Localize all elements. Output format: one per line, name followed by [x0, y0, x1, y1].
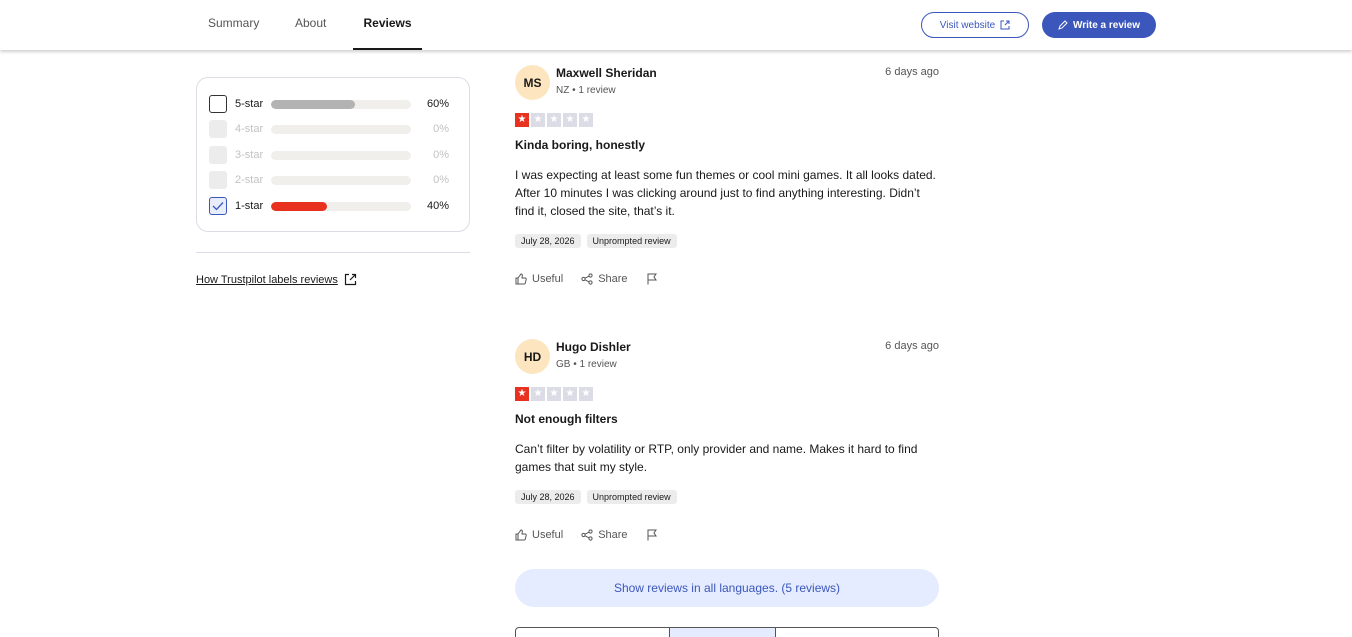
review-title[interactable]: Kinda boring, honestly [515, 138, 645, 152]
avatar[interactable]: MS [515, 65, 550, 100]
filter-bar-fill-5-star [271, 99, 355, 109]
filter-label-3-star: 3-star [235, 149, 264, 161]
tab-summary[interactable]: Summary [208, 0, 259, 50]
filter-checkbox-3-star [209, 146, 227, 164]
share-icon [581, 273, 593, 285]
visit-website-label: Visit website [939, 19, 996, 31]
star-icon: ★ [547, 387, 561, 401]
review-card: HD Hugo Dishler GB • 1 review 6 days ago… [515, 339, 939, 549]
filter-row-4-star: 4-star 0% [209, 119, 459, 139]
filter-label-1-star: 1-star [235, 200, 264, 212]
reviewer-name[interactable]: Maxwell Sheridan [556, 66, 657, 80]
pencil-icon [1058, 20, 1068, 30]
filter-checkbox-5-star[interactable] [209, 95, 227, 113]
review-tags: July 28, 2026 Unprompted review [515, 490, 677, 504]
flag-icon [647, 273, 657, 285]
filter-percent-4-star: 0% [433, 123, 449, 135]
show-all-languages-button[interactable]: Show reviews in all languages. (5 review… [515, 569, 939, 607]
share-label: Share [598, 529, 628, 541]
star-icon: ★ [579, 113, 593, 127]
filter-row-5-star[interactable]: 5-star 60% [209, 94, 459, 114]
filter-percent-2-star: 0% [433, 174, 449, 186]
filter-label-2-star: 2-star [235, 174, 264, 186]
tab-about[interactable]: About [295, 0, 326, 50]
useful-label: Useful [532, 529, 564, 541]
review-card: MS Maxwell Sheridan NZ • 1 review 6 days… [515, 65, 939, 295]
review-type-tag[interactable]: Unprompted review [586, 490, 677, 504]
filter-percent-1-star: 40% [426, 200, 449, 212]
star-icon: ★ [531, 113, 545, 127]
filter-checkbox-4-star [209, 120, 227, 138]
filter-row-3-star: 3-star 0% [209, 145, 459, 165]
reviewer-name[interactable]: Hugo Dishler [556, 340, 631, 354]
filter-label-5-star: 5-star [235, 98, 264, 110]
write-review-label: Write a review [1072, 19, 1141, 31]
share-icon [581, 529, 593, 541]
share-label: Share [598, 273, 628, 285]
reviewer-meta: GB • 1 review [556, 359, 617, 370]
report-button[interactable] [646, 273, 658, 285]
top-nav: Summary About Reviews Visit website Writ… [0, 0, 1352, 50]
thumbs-up-icon [515, 273, 527, 285]
checkmark-icon [212, 202, 224, 211]
star-icon: ★ [563, 387, 577, 401]
star-rating: ★ ★ ★ ★ ★ [515, 113, 593, 127]
filter-row-1-star[interactable]: 1-star 40% [209, 196, 459, 216]
filter-percent-3-star: 0% [433, 149, 449, 161]
external-link-icon [1000, 20, 1010, 30]
review-tags: July 28, 2026 Unprompted review [515, 234, 677, 248]
review-text: I was expecting at least some fun themes… [515, 168, 936, 218]
useful-button[interactable]: Useful [515, 529, 563, 541]
pagination-current-page[interactable] [669, 628, 776, 637]
sidebar-divider [196, 252, 470, 253]
filter-checkbox-2-star [209, 171, 227, 189]
share-button[interactable]: Share [581, 529, 628, 541]
pagination [515, 627, 939, 637]
thumbs-up-icon [515, 529, 527, 541]
star-rating: ★ ★ ★ ★ ★ [515, 387, 593, 401]
report-button[interactable] [646, 529, 658, 541]
filter-percent-5-star: 60% [426, 98, 449, 110]
filter-bar-1-star [271, 201, 411, 211]
review-posted: 6 days ago [885, 340, 939, 352]
visit-website-button[interactable]: Visit website [921, 12, 1029, 38]
review-type-tag[interactable]: Unprompted review [586, 234, 677, 248]
review-title[interactable]: Not enough filters [515, 412, 618, 426]
star-icon: ★ [531, 387, 545, 401]
review-text: Can’t filter by volatility or RTP, only … [515, 442, 918, 474]
flag-icon [647, 529, 657, 541]
date-tag: July 28, 2026 [515, 234, 581, 248]
filter-bar-4-star [271, 124, 411, 134]
review-actions: Useful Share [515, 529, 676, 541]
write-review-button[interactable]: Write a review [1042, 12, 1156, 38]
review-actions: Useful Share [515, 273, 676, 285]
star-icon: ★ [515, 387, 529, 401]
star-icon: ★ [579, 387, 593, 401]
share-button[interactable]: Share [581, 273, 628, 285]
filter-bar-2-star [271, 175, 411, 185]
labels-link-text: How Trustpilot labels reviews [196, 273, 338, 286]
star-icon: ★ [515, 113, 529, 127]
star-icon: ★ [547, 113, 561, 127]
filter-checkbox-1-star[interactable] [209, 197, 227, 215]
review-posted: 6 days ago [885, 66, 939, 78]
filter-label-4-star: 4-star [235, 123, 264, 135]
filter-row-2-star: 2-star 0% [209, 170, 459, 190]
reviewer-meta: NZ • 1 review [556, 85, 616, 96]
filter-bar-fill-1-star [271, 201, 327, 211]
tab-reviews[interactable]: Reviews [353, 0, 422, 50]
filter-bar-3-star [271, 150, 411, 160]
external-link-icon [344, 273, 356, 286]
star-filter-card: 5-star 60% 4-star 0% 3-star 0% 2-star 0%… [196, 77, 470, 232]
useful-button[interactable]: Useful [515, 273, 563, 285]
how-trustpilot-labels-link[interactable]: How Trustpilot labels reviews [196, 273, 357, 286]
date-tag: July 28, 2026 [515, 490, 581, 504]
star-icon: ★ [563, 113, 577, 127]
useful-label: Useful [532, 273, 564, 285]
avatar[interactable]: HD [515, 339, 550, 374]
filter-bar-5-star [271, 99, 411, 109]
